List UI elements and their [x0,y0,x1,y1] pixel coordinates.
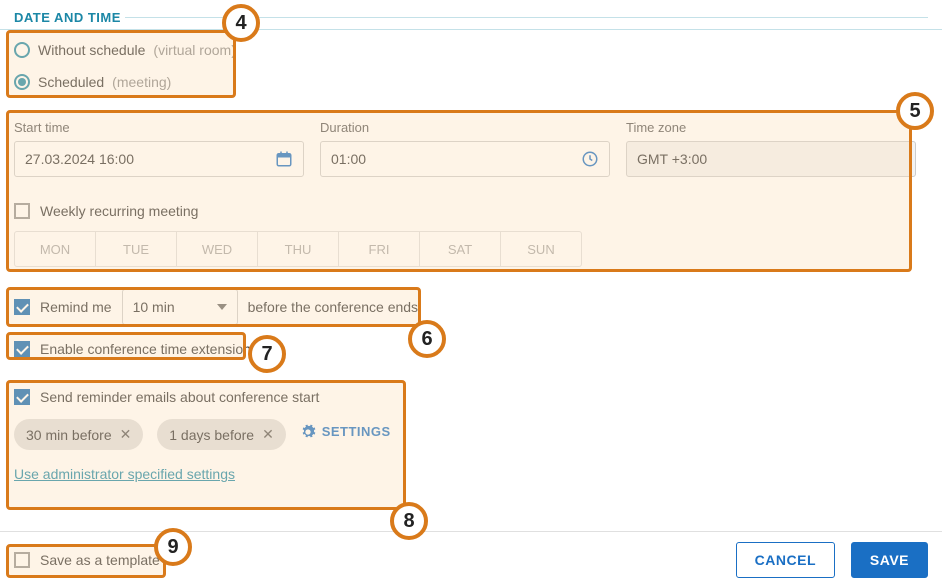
day-fri[interactable]: FRI [338,231,420,267]
day-thu[interactable]: THU [257,231,339,267]
badge-8: 8 [390,502,428,540]
chevron-down-icon [217,304,227,310]
radio-icon [14,74,30,90]
remind-value: 10 min [133,299,175,315]
day-sat[interactable]: SAT [419,231,501,267]
start-time-value: 27.03.2024 16:00 [25,151,134,167]
template-label: Save as a template [40,552,160,568]
chip-label: 30 min before [26,427,112,443]
weekday-picker: MON TUE WED THU FRI SAT SUN [14,231,928,267]
timezone-label: Time zone [626,120,916,135]
badge-6: 6 [408,320,446,358]
save-button[interactable]: SAVE [851,542,928,578]
settings-button[interactable]: SETTINGS [300,424,391,440]
radio-hint: (virtual room) [153,42,235,58]
template-checkbox[interactable] [14,552,30,568]
settings-label: SETTINGS [322,424,391,439]
remind-label: Remind me [40,299,112,315]
radio-without-schedule[interactable]: Without schedule (virtual room) [0,34,942,66]
radio-icon [14,42,30,58]
day-mon[interactable]: MON [14,231,96,267]
gear-icon [300,424,316,440]
emails-label: Send reminder emails about conference st… [40,389,319,405]
timezone-input[interactable]: GMT +3:00 [626,141,916,177]
admin-settings-link[interactable]: Use administrator specified settings [14,466,235,482]
footer: Save as a template CANCEL SAVE [0,531,942,587]
reminder-chip: 30 min before ✕ [14,419,143,450]
duration-value: 01:00 [331,151,366,167]
remind-select[interactable]: 10 min [122,289,238,325]
badge-9: 9 [154,528,192,566]
day-sun[interactable]: SUN [500,231,582,267]
duration-input[interactable]: 01:00 [320,141,610,177]
remind-checkbox[interactable] [14,299,30,315]
badge-7: 7 [248,335,286,373]
start-time-input[interactable]: 27.03.2024 16:00 [14,141,304,177]
clock-icon [581,150,599,168]
extend-checkbox[interactable] [14,341,30,357]
badge-4: 4 [222,4,260,42]
remind-suffix: before the conference ends [248,299,418,315]
duration-label: Duration [320,120,610,135]
close-icon[interactable]: ✕ [262,426,274,443]
calendar-icon [275,150,293,168]
radio-label: Without schedule [38,42,145,58]
day-wed[interactable]: WED [176,231,258,267]
recurring-label: Weekly recurring meeting [40,203,198,219]
recurring-checkbox[interactable] [14,203,30,219]
cancel-button[interactable]: CANCEL [736,542,835,578]
emails-checkbox[interactable] [14,389,30,405]
chip-label: 1 days before [169,427,254,443]
extend-label: Enable conference time extension [40,341,251,357]
close-icon[interactable]: ✕ [120,426,132,443]
radio-hint: (meeting) [112,74,171,90]
start-time-label: Start time [14,120,304,135]
badge-5: 5 [896,92,934,130]
timezone-value: GMT +3:00 [637,151,707,167]
reminder-chip: 1 days before ✕ [157,419,286,450]
radio-scheduled[interactable]: Scheduled (meeting) [0,66,942,98]
day-tue[interactable]: TUE [95,231,177,267]
radio-label: Scheduled [38,74,104,90]
section-title: DATE AND TIME [0,0,942,30]
